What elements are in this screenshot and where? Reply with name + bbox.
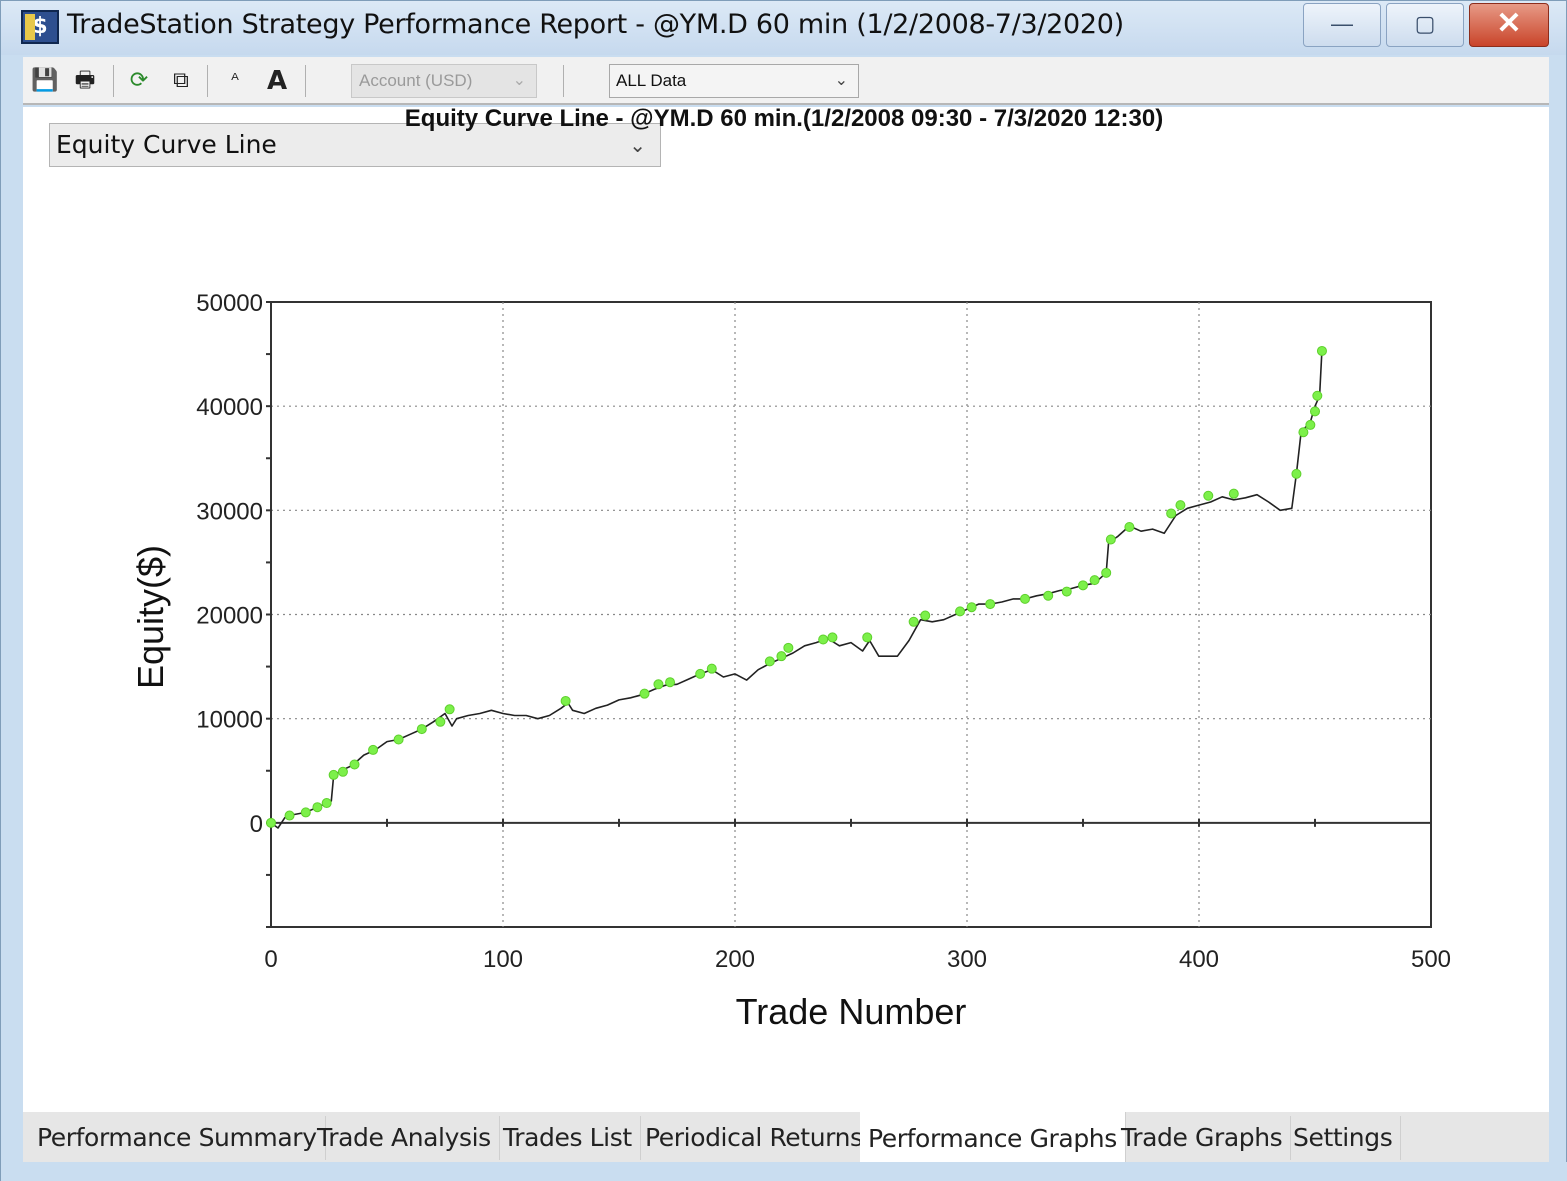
equity-high-marker xyxy=(1061,586,1072,597)
equity-high-marker xyxy=(1078,580,1088,591)
y-axis-title: Equity($) xyxy=(130,545,171,689)
report-window: $ TradeStation Strategy Performance Repo… xyxy=(0,0,1567,1181)
equity-high-marker xyxy=(908,616,919,627)
equity-high-marker xyxy=(560,695,571,706)
x-tick-label: 0 xyxy=(264,946,277,973)
equity-high-marker xyxy=(966,602,977,613)
equity-high-marker xyxy=(1298,427,1309,438)
y-tick-label: 0 xyxy=(250,811,263,838)
equity-high-marker xyxy=(300,807,311,818)
equity-high-marker xyxy=(1175,500,1186,511)
equity-high-marker xyxy=(328,769,339,780)
equity-high-marker xyxy=(393,734,404,745)
equity-high-marker xyxy=(1228,488,1239,499)
x-tick-label: 400 xyxy=(1179,946,1219,973)
equity-high-marker xyxy=(783,642,794,653)
equity-high-marker xyxy=(321,798,332,809)
equity-high-marker xyxy=(1203,490,1214,501)
y-tick-label: 10000 xyxy=(196,707,263,734)
y-tick-label: 30000 xyxy=(196,498,263,525)
equity-high-marker xyxy=(284,810,295,821)
tab-trade-analysis[interactable]: Trade Analysis xyxy=(309,1116,500,1160)
equity-high-marker xyxy=(1166,508,1177,519)
tab-trades-list[interactable]: Trades List xyxy=(495,1116,641,1160)
tab-periodical-returns[interactable]: Periodical Returns xyxy=(637,1116,872,1160)
equity-high-marker xyxy=(862,632,873,643)
equity-high-marker xyxy=(1291,468,1302,479)
equity-high-marker xyxy=(1305,419,1316,430)
x-tick-label: 300 xyxy=(947,946,987,973)
equity-high-marker xyxy=(985,599,996,610)
x-tick-label: 200 xyxy=(715,946,755,973)
tab-trade-graphs[interactable]: Trade Graphs xyxy=(1113,1116,1292,1160)
equity-high-marker xyxy=(955,606,966,617)
y-tick-label: 20000 xyxy=(196,603,263,630)
equity-high-marker xyxy=(1310,406,1320,417)
equity-high-marker xyxy=(435,716,446,727)
equity-high-marker xyxy=(776,651,787,662)
equity-high-marker xyxy=(312,802,323,813)
tab-performance-summary[interactable]: Performance Summary xyxy=(29,1116,326,1160)
equity-high-marker xyxy=(695,668,706,679)
equity-high-marker xyxy=(1043,590,1054,601)
equity-high-marker xyxy=(764,656,775,667)
equity-high-marker xyxy=(368,744,379,755)
tab-performance-graphs[interactable]: Performance Graphs xyxy=(860,1112,1126,1162)
equity-high-marker xyxy=(1316,345,1327,356)
equity-high-marker xyxy=(349,759,360,770)
x-tick-label: 500 xyxy=(1411,946,1451,973)
equity-high-marker xyxy=(444,704,455,715)
equity-high-marker xyxy=(1105,534,1116,545)
x-axis-title: Trade Number xyxy=(736,991,967,1032)
equity-high-marker xyxy=(1101,567,1112,578)
equity-high-marker xyxy=(1124,522,1135,532)
y-tick-label: 40000 xyxy=(196,394,263,421)
y-tick-label: 50000 xyxy=(196,290,263,317)
equity-high-marker xyxy=(1089,575,1100,586)
equity-high-marker xyxy=(337,766,348,777)
equity-high-marker xyxy=(416,724,427,735)
equity-high-marker xyxy=(1312,390,1323,401)
tab-settings[interactable]: Settings xyxy=(1285,1116,1402,1160)
equity-high-marker xyxy=(1020,593,1030,604)
window-bottom-border xyxy=(1,1162,1567,1181)
equity-high-marker xyxy=(665,677,676,688)
equity-high-marker xyxy=(639,688,650,699)
equity-high-marker xyxy=(653,679,664,690)
equity-high-marker xyxy=(266,817,276,828)
equity-curve-chart: 0 100 200 300 400 500 0 10000 20000 30000 40000 500… xyxy=(130,290,1451,1032)
equity-high-marker xyxy=(706,663,717,674)
x-tick-label: 100 xyxy=(483,946,523,973)
report-tab-bar: Performance Summary Trade Analysis Trades … xyxy=(23,1112,1549,1162)
equity-high-marker xyxy=(818,634,829,645)
equity-high-marker xyxy=(920,610,931,621)
equity-high-marker xyxy=(827,632,838,643)
